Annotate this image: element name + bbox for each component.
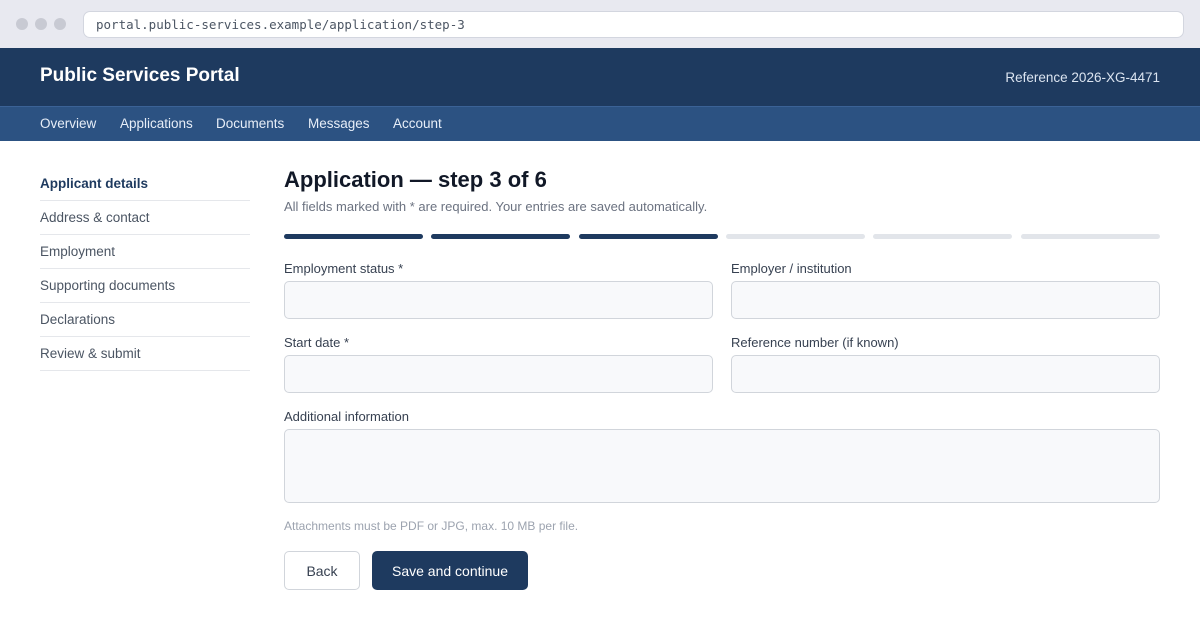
address-bar[interactable]: portal.public-services.example/applicati… [83, 11, 1184, 38]
window-close-dot[interactable] [16, 18, 28, 30]
site-header: Public Services Portal Reference 2026-XG… [0, 48, 1200, 106]
progress-step-6 [1021, 234, 1160, 239]
attachment-hint: Attachments must be PDF or JPG, max. 10 … [284, 519, 579, 533]
nav-item-overview[interactable]: Overview [40, 116, 96, 131]
progress-step-2 [431, 234, 570, 239]
additional-info-label: Additional information [284, 409, 410, 424]
start-date-label: Start date * [284, 335, 350, 350]
save-and-continue-button[interactable]: Save and continue [372, 551, 528, 590]
browser-chrome: portal.public-services.example/applicati… [0, 0, 1200, 48]
page-title: Application — step 3 of 6 [284, 167, 547, 192]
progress-step-3 [579, 234, 718, 239]
sidebar-item-employment[interactable]: Employment [40, 235, 250, 269]
step-sidebar: Applicant details Address & contact Empl… [40, 167, 250, 371]
sidebar-item-declarations[interactable]: Declarations [40, 303, 250, 337]
progress-step-4 [726, 234, 865, 239]
progress-step-1 [284, 234, 423, 239]
reference-number-label: Reference number (if known) [731, 335, 899, 350]
back-button[interactable]: Back [284, 551, 360, 590]
sidebar-item-applicant-details[interactable]: Applicant details [40, 167, 250, 201]
window-minimize-dot[interactable] [35, 18, 47, 30]
page-subtitle: All fields marked with * are required. Y… [284, 199, 708, 214]
nav-item-messages[interactable]: Messages [308, 116, 370, 131]
start-date-field[interactable] [284, 355, 713, 393]
employer-field[interactable] [731, 281, 1160, 319]
window-maximize-dot[interactable] [54, 18, 66, 30]
additional-info-field[interactable] [284, 429, 1160, 503]
reference-number: Reference 2026-XG-4471 [1005, 70, 1160, 85]
progress-step-5 [873, 234, 1012, 239]
nav-item-applications[interactable]: Applications [120, 116, 193, 131]
nav-item-account[interactable]: Account [393, 116, 442, 131]
reference-number-field[interactable] [731, 355, 1160, 393]
sidebar-item-review-submit[interactable]: Review & submit [40, 337, 250, 371]
nav-item-documents[interactable]: Documents [216, 116, 284, 131]
employment-status-label: Employment status * [284, 261, 404, 276]
employer-label: Employer / institution [731, 261, 852, 276]
employment-status-field[interactable] [284, 281, 713, 319]
sidebar-item-address-contact[interactable]: Address & contact [40, 201, 250, 235]
main-nav: Overview Applications Documents Messages… [0, 106, 1200, 141]
sidebar-item-supporting-documents[interactable]: Supporting documents [40, 269, 250, 303]
portal-title[interactable]: Public Services Portal [40, 65, 240, 87]
